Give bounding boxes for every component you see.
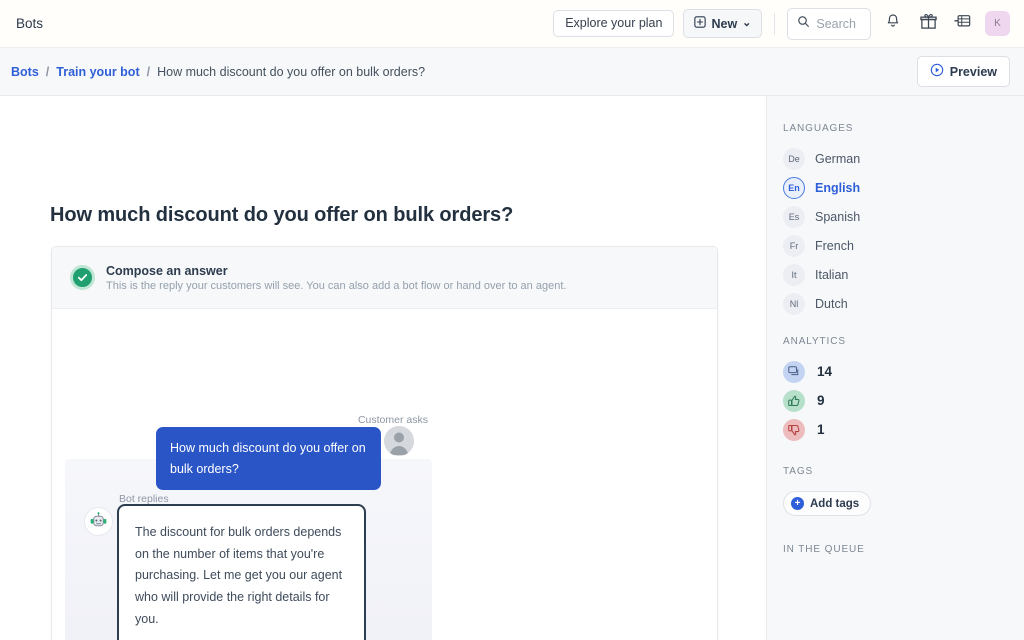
language-item-english[interactable]: En English xyxy=(783,173,1024,202)
new-button-label: New xyxy=(711,16,738,31)
language-code-badge: It xyxy=(783,263,805,286)
right-sidebar: LANGUAGES De German En English Es Spanis… xyxy=(766,96,1024,640)
breadcrumb-separator: / xyxy=(45,64,50,79)
language-item-french[interactable]: Fr French xyxy=(783,231,1024,260)
breadcrumb-item-current: How much discount do you offer on bulk o… xyxy=(157,64,426,79)
language-label: Italian xyxy=(815,267,849,282)
customer-asks-label: Customer asks xyxy=(357,414,428,426)
preview-button-label: Preview xyxy=(949,64,997,79)
queue-section: IN THE QUEUE xyxy=(783,544,1024,555)
top-bar: Bots Explore your plan New ⌄ Search K xyxy=(0,0,1024,48)
thumbs-down-icon xyxy=(783,418,805,441)
app-root: Bots Explore your plan New ⌄ Search K Bo… xyxy=(0,0,1024,640)
analytics-item-thumbs-up: 9 xyxy=(783,386,1024,415)
breadcrumb-bar: Bots / Train your bot / How much discoun… xyxy=(0,48,1024,96)
bell-icon xyxy=(885,13,901,35)
customer-message-bubble: How much discount do you offer on bulk o… xyxy=(156,427,381,491)
language-label: Dutch xyxy=(815,296,848,311)
queue-heading: IN THE QUEUE xyxy=(783,544,865,555)
language-item-dutch[interactable]: Nl Dutch xyxy=(783,289,1024,318)
preview-button[interactable]: Preview xyxy=(916,56,1010,87)
gift-icon xyxy=(919,13,937,35)
language-code-badge: Nl xyxy=(783,292,805,315)
language-item-italian[interactable]: It Italian xyxy=(783,260,1024,289)
analytics-value: 9 xyxy=(817,393,825,408)
bot-reply-editor[interactable]: The discount for bulk orders depends on … xyxy=(117,504,366,640)
app-brand: Bots xyxy=(16,16,44,31)
add-tags-label: Add tags xyxy=(810,497,860,510)
language-item-german[interactable]: De German xyxy=(783,144,1024,173)
language-label: German xyxy=(815,151,861,166)
gifts-button[interactable] xyxy=(915,11,941,37)
language-code-badge: Fr xyxy=(783,234,805,257)
card-header-subtitle: This is the reply your customers will se… xyxy=(106,279,567,292)
search-icon xyxy=(797,15,810,33)
breadcrumb-item-bots[interactable]: Bots xyxy=(11,65,39,79)
check-circle-icon xyxy=(70,265,95,290)
plus-circle-icon: + xyxy=(791,497,804,510)
bot-avatar xyxy=(84,507,113,536)
language-item-spanish[interactable]: Es Spanish xyxy=(783,202,1024,231)
add-tags-button[interactable]: + Add tags xyxy=(783,491,872,516)
language-code-badge: De xyxy=(783,147,805,170)
breadcrumb-separator: / xyxy=(146,64,151,79)
card-header-title: Compose an answer xyxy=(106,263,228,278)
card-header: Compose an answer This is the reply your… xyxy=(52,247,717,309)
compose-answer-card: Compose an answer This is the reply your… xyxy=(51,246,718,640)
chat-bubble-icon xyxy=(783,360,805,383)
thumbs-up-icon xyxy=(783,389,805,412)
bot-reply-text[interactable]: The discount for bulk orders depends on … xyxy=(135,522,350,630)
analytics-value: 1 xyxy=(817,422,825,437)
new-button[interactable]: New ⌄ xyxy=(683,9,763,38)
apps-button[interactable] xyxy=(950,11,976,37)
top-bar-actions: Explore your plan New ⌄ Search K xyxy=(553,7,1010,40)
tags-heading: TAGS xyxy=(783,466,814,477)
language-label: English xyxy=(815,180,861,195)
apps-icon xyxy=(954,13,972,34)
main-content: How much discount do you offer on bulk o… xyxy=(0,96,766,640)
language-code-badge: En xyxy=(783,176,805,199)
search-input[interactable]: Search xyxy=(787,7,871,40)
user-avatar[interactable]: K xyxy=(985,11,1010,36)
languages-list: De German En English Es Spanish Fr Frenc… xyxy=(783,144,1024,318)
analytics-section: ANALYTICS 14 9 1 xyxy=(783,336,1024,444)
body: How much discount do you offer on bulk o… xyxy=(0,96,1024,640)
tags-section: TAGS + Add tags xyxy=(783,466,1024,516)
notifications-button[interactable] xyxy=(880,11,906,37)
languages-heading: LANGUAGES xyxy=(783,123,854,134)
explore-plan-button[interactable]: Explore your plan xyxy=(553,9,675,38)
analytics-heading: ANALYTICS xyxy=(783,336,846,347)
card-header-text: Compose an answer This is the reply your… xyxy=(106,264,566,292)
chevron-down-icon: ⌄ xyxy=(742,17,752,29)
language-label: Spanish xyxy=(815,209,861,224)
breadcrumb-item-train-your-bot[interactable]: Train your bot xyxy=(56,65,139,79)
customer-avatar xyxy=(384,426,414,456)
language-label: French xyxy=(815,238,854,253)
toolbar-divider xyxy=(774,12,776,35)
analytics-item-views: 14 xyxy=(783,357,1024,386)
language-code-badge: Es xyxy=(783,205,805,228)
breadcrumb: Bots / Train your bot / How much discoun… xyxy=(11,65,425,79)
search-placeholder: Search xyxy=(816,16,856,31)
page-title: How much discount do you offer on bulk o… xyxy=(50,204,514,226)
plus-box-icon xyxy=(694,16,707,31)
analytics-value: 14 xyxy=(817,364,833,379)
analytics-item-thumbs-down: 1 xyxy=(783,415,1024,444)
play-circle-icon xyxy=(930,63,944,80)
chat-preview-area: Customer asks How much discount do you o… xyxy=(52,309,717,640)
